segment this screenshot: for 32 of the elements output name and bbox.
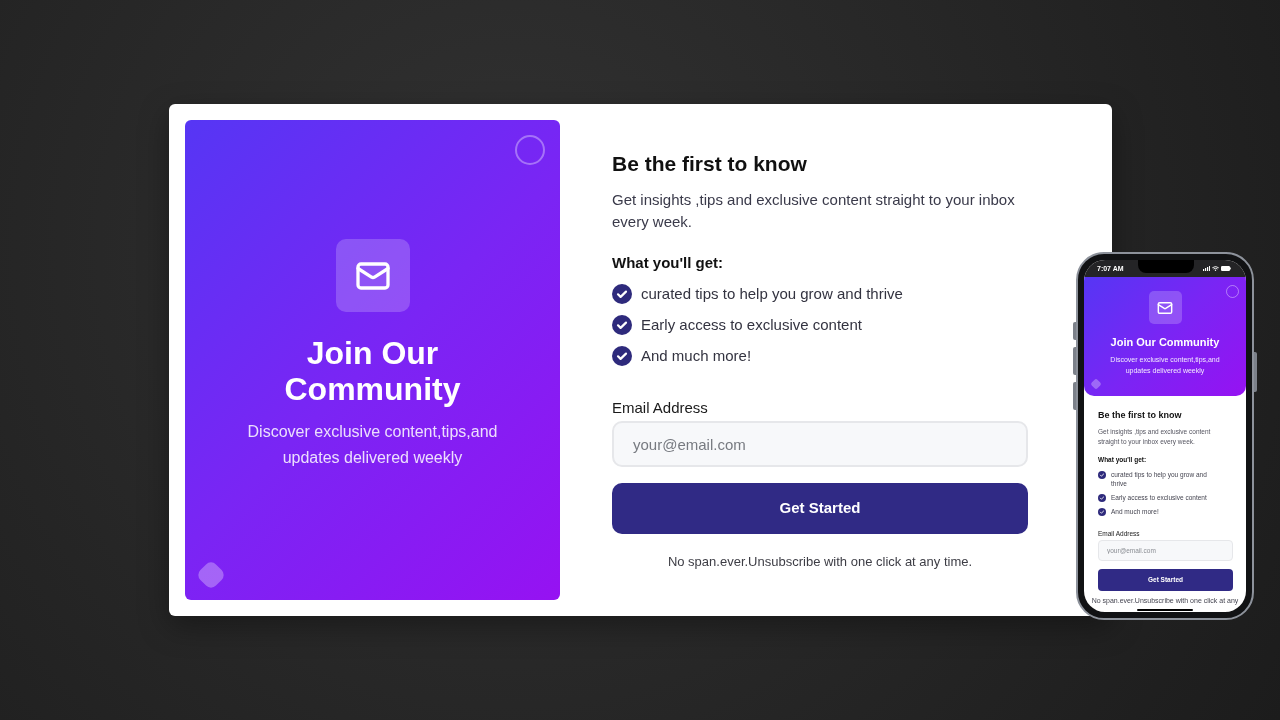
benefit-text: Early access to exclusive content xyxy=(641,315,862,335)
get-started-button[interactable]: Get Started xyxy=(612,483,1028,534)
email-label: Email Address xyxy=(612,398,709,418)
phone-side-ridge xyxy=(1254,352,1257,392)
check-circle-icon xyxy=(1098,508,1106,516)
wifi-icon xyxy=(1212,266,1219,271)
benefit-text: curated tips to help you grow and thrive xyxy=(641,284,903,304)
home-indicator xyxy=(1137,609,1193,611)
benefits-title: What you'll get: xyxy=(612,253,725,273)
mail-icon xyxy=(335,239,410,312)
notch xyxy=(1138,260,1194,273)
check-circle-icon xyxy=(612,284,632,304)
phone-side-ridge xyxy=(1073,322,1076,340)
signal-icon xyxy=(1203,266,1210,271)
check-circle-icon xyxy=(612,315,632,335)
form-description: Get insights ,tips and exclusive content straight to your inbox every week. xyxy=(612,190,1016,232)
phone-side-ridge xyxy=(1073,382,1076,410)
privacy-note: No span.ever.Unsubscribe with one click at any time. xyxy=(666,553,974,571)
form-heading: Be the first to know xyxy=(1098,409,1183,421)
email-input[interactable]: your@email.com xyxy=(612,421,1028,467)
check-circle-icon xyxy=(612,346,632,366)
benefit-text: And much more! xyxy=(641,346,752,366)
check-circle-icon xyxy=(1098,471,1106,479)
phone-side-ridge xyxy=(1073,347,1076,375)
form-heading: Be the first to know xyxy=(612,151,808,177)
battery-icon xyxy=(1221,266,1231,271)
banner-title: Join Our Community xyxy=(283,335,462,407)
check-circle-icon xyxy=(1098,494,1106,502)
banner-title: Join Our Community xyxy=(1110,335,1220,349)
ring-icon xyxy=(515,135,545,165)
banner-subtitle: Discover exclusive content,tips,and updates delivered weekly xyxy=(246,422,499,468)
mail-icon xyxy=(1148,291,1182,324)
